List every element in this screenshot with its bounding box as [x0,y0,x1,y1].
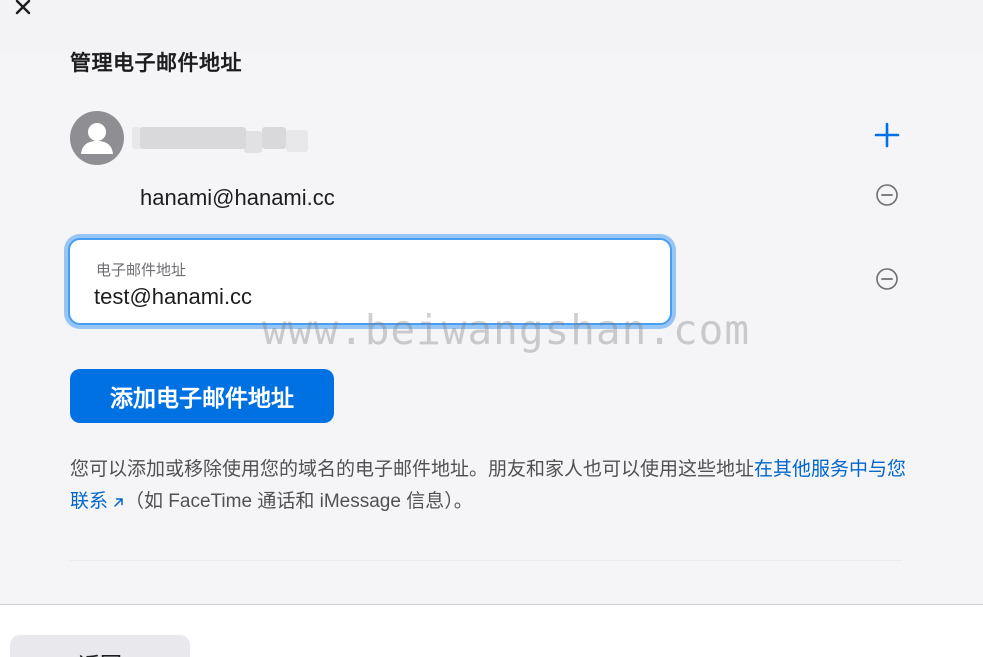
external-arrow-icon [114,498,123,507]
description-suffix: （如 FaceTime 通话和 iMessage 信息）。 [125,491,473,512]
footer: 返回 [0,604,983,657]
divider [70,560,902,561]
email-input[interactable] [94,282,654,312]
minus-circle-icon [876,268,898,290]
add-email-button[interactable]: 添加电子邮件地址 [70,369,334,423]
add-email-icon-button[interactable] [872,120,902,150]
close-button[interactable] [10,0,36,20]
email-field[interactable]: 电子邮件地址 [68,238,672,325]
email-address: hanami@hanami.cc [140,185,335,210]
email-field-label: 电子邮件地址 [96,262,187,279]
avatar [70,111,124,165]
top-bar [0,0,983,52]
minus-circle-icon [876,184,898,206]
close-icon [15,0,31,15]
remove-new-email-button[interactable] [873,265,901,293]
back-button[interactable]: 返回 [10,635,190,657]
page-title: 管理电子邮件地址 [70,52,242,75]
remove-email-button[interactable] [873,181,901,209]
person-icon [81,123,113,154]
description-text: 您可以添加或移除使用您的域名的电子邮件地址。朋友和家人也可以使用这些地址 [70,459,755,480]
plus-icon [874,122,900,148]
account-name-redacted [132,126,308,153]
description: 您可以添加或移除使用您的域名的电子邮件地址。朋友和家人也可以使用这些地址在其他服… [70,454,910,518]
page: 管理电子邮件地址 hanami@hanami.cc 电子邮件地址 test@ha… [0,0,983,657]
